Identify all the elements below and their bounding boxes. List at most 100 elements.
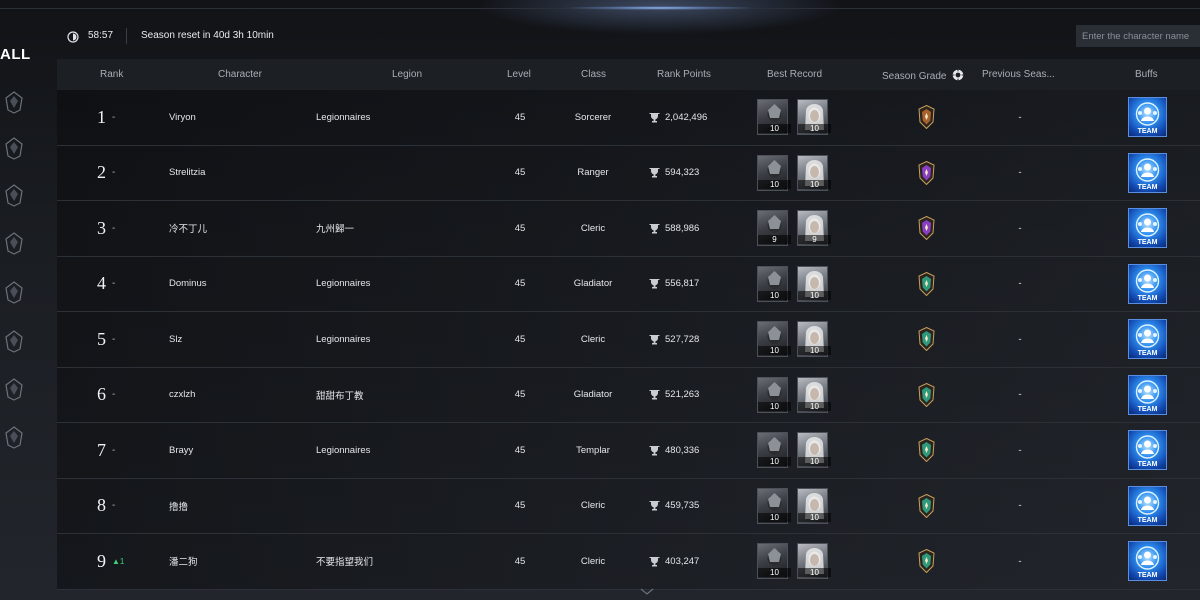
rank-cell: 2 -	[97, 146, 147, 200]
rank-number: 3	[97, 217, 106, 238]
character-name[interactable]: Dominus	[169, 257, 299, 311]
best-record-portrait-male[interactable]: 10	[757, 99, 791, 135]
ranking-row[interactable]: 8 - 撸撸 45 Cleric 459,735 10 10 - TEAM	[57, 478, 1200, 534]
best-record: 10 10	[757, 257, 837, 311]
best-record-portrait-female[interactable]: 9	[797, 210, 831, 246]
best-record-portrait-male[interactable]: 10	[757, 321, 791, 357]
filter-all-tab[interactable]: ALL	[0, 46, 30, 63]
team-buff-icon[interactable]: TEAM	[1128, 485, 1167, 526]
legion-name[interactable]	[316, 146, 476, 200]
class-ranger-icon[interactable]	[2, 231, 26, 255]
col-legion[interactable]: Legion	[392, 69, 422, 80]
ranking-row[interactable]: 4 - Dominus Legionnaires 45 Gladiator 55…	[57, 256, 1200, 312]
team-buff-icon[interactable]: TEAM	[1128, 430, 1167, 470]
rank-number: 8	[97, 495, 106, 515]
legion-name[interactable]: 九州歸一	[316, 201, 476, 255]
legion-name[interactable]: Legionnaires	[316, 312, 476, 366]
ranking-row[interactable]: 9 ▲1 潘二狗 不要指望我们 45 Cleric 403,247 10 10	[57, 534, 1200, 590]
class-gladiator-icon[interactable]	[2, 90, 26, 114]
rank-points-value: 403,247	[665, 555, 700, 567]
ranking-row[interactable]: 2 - Strelitzia 45 Ranger 594,323 10 10 -…	[57, 145, 1200, 201]
team-buff-icon[interactable]: TEAM	[1128, 541, 1167, 581]
character-name[interactable]: Strelitzia	[169, 146, 299, 200]
best-record-level: 10	[798, 457, 831, 466]
previous-season: -	[1018, 444, 1022, 456]
character-search-input[interactable]	[1076, 25, 1200, 47]
best-record-portrait-female[interactable]: 10	[797, 99, 831, 135]
col-rank-points[interactable]: Rank Points	[657, 69, 711, 80]
buff-label: TEAM	[1137, 183, 1158, 191]
level: 45	[514, 444, 526, 456]
class-name: Cleric	[580, 500, 606, 511]
ranking-row[interactable]: 1 - Viryon Legionnaires 45 Sorcerer 2,04…	[57, 90, 1200, 146]
best-record-portrait-male[interactable]: 10	[757, 265, 791, 302]
team-buff-icon[interactable]: TEAM	[1128, 97, 1167, 137]
class-sorcerer-icon[interactable]	[2, 280, 26, 304]
best-record-portrait-male[interactable]: 10	[757, 376, 791, 413]
rank-change-none: -	[112, 333, 116, 345]
best-record-portrait-female[interactable]: 10	[797, 543, 831, 579]
character-name[interactable]: 潘二狗	[169, 534, 299, 588]
best-record-portrait-female[interactable]: 10	[797, 376, 831, 413]
grade-emblem-icon	[917, 382, 935, 407]
best-record-portrait-male[interactable]: 10	[757, 487, 791, 524]
best-record-portrait-female[interactable]: 10	[797, 321, 831, 357]
legion-name[interactable]: Legionnaires	[316, 257, 476, 311]
legion-name[interactable]	[316, 479, 476, 533]
ranking-row[interactable]: 6 - czxlzh 甜甜布丁教 45 Gladiator 521,263 10…	[57, 367, 1200, 423]
best-record-portrait-male[interactable]: 10	[757, 432, 791, 468]
col-previous-season[interactable]: Previous Seas...	[982, 69, 1055, 80]
team-buff-icon[interactable]: TEAM	[1128, 374, 1167, 415]
col-level[interactable]: Level	[507, 69, 531, 80]
scroll-down-icon[interactable]	[640, 588, 654, 596]
class-assassin-icon[interactable]	[2, 183, 26, 207]
level: 45	[514, 555, 526, 567]
legion-name[interactable]: Legionnaires	[316, 423, 476, 477]
character-name[interactable]: Viryon	[169, 90, 299, 144]
character-name[interactable]: Brayy	[169, 423, 299, 477]
best-record-portrait-female[interactable]: 10	[797, 154, 831, 191]
col-rank[interactable]: Rank	[100, 69, 123, 80]
col-season-grade[interactable]: Season Grade	[882, 69, 964, 82]
season-grade-info-icon[interactable]	[952, 69, 964, 81]
class-templar-icon[interactable]	[2, 136, 26, 160]
col-best-record[interactable]: Best Record	[767, 69, 822, 80]
ranking-table: Rank Character Legion Level Class Rank P…	[57, 59, 1200, 590]
best-record-portrait-female[interactable]: 10	[797, 432, 831, 468]
level: 45	[514, 167, 526, 178]
team-buff-icon[interactable]: TEAM	[1128, 319, 1167, 359]
ranking-row[interactable]: 7 - Brayy Legionnaires 45 Templar 480,33…	[57, 423, 1200, 479]
col-buffs[interactable]: Buffs	[1135, 69, 1158, 80]
best-record-level: 10	[798, 512, 831, 522]
col-character[interactable]: Character	[218, 69, 262, 80]
level: 45	[514, 500, 526, 511]
character-name[interactable]: czxlzh	[169, 368, 299, 422]
legion-name[interactable]: 甜甜布丁教	[316, 368, 476, 422]
ranking-row[interactable]: 3 - 冷不丁儿 九州歸一 45 Cleric 588,986 9 9 - TE…	[57, 201, 1200, 257]
buffs-cell: TEAM	[1128, 312, 1168, 366]
team-buff-icon[interactable]: TEAM	[1128, 152, 1167, 193]
best-record-level: 9	[798, 235, 831, 244]
ranking-row[interactable]: 5 - Slz Legionnaires 45 Cleric 527,728 1…	[57, 312, 1200, 368]
best-record-portrait-male[interactable]: 10	[757, 154, 791, 191]
previous-season: -	[1018, 111, 1022, 123]
top-light-flare	[560, 6, 760, 10]
best-record: 10 10	[757, 146, 837, 200]
class-cleric-icon[interactable]	[2, 377, 26, 401]
legion-name[interactable]: 不要指望我们	[316, 534, 476, 588]
character-name[interactable]: 冷不丁儿	[169, 201, 299, 255]
best-record-portrait-male[interactable]: 9	[757, 210, 791, 246]
best-record-portrait-female[interactable]: 10	[797, 265, 831, 302]
best-record-portrait-female[interactable]: 10	[797, 487, 831, 524]
team-buff-icon[interactable]: TEAM	[1128, 263, 1167, 304]
legion-name[interactable]: Legionnaires	[316, 90, 476, 144]
rank-points-value: 459,735	[665, 500, 700, 511]
previous-season: -	[1018, 555, 1022, 567]
character-name[interactable]: 撸撸	[169, 479, 299, 533]
best-record-portrait-male[interactable]: 10	[757, 543, 791, 579]
class-spiritmaster-icon[interactable]	[2, 329, 26, 353]
col-class[interactable]: Class	[581, 69, 606, 80]
character-name[interactable]: Slz	[169, 312, 299, 366]
class-chanter-icon[interactable]	[2, 425, 26, 449]
team-buff-icon[interactable]: TEAM	[1128, 208, 1167, 248]
